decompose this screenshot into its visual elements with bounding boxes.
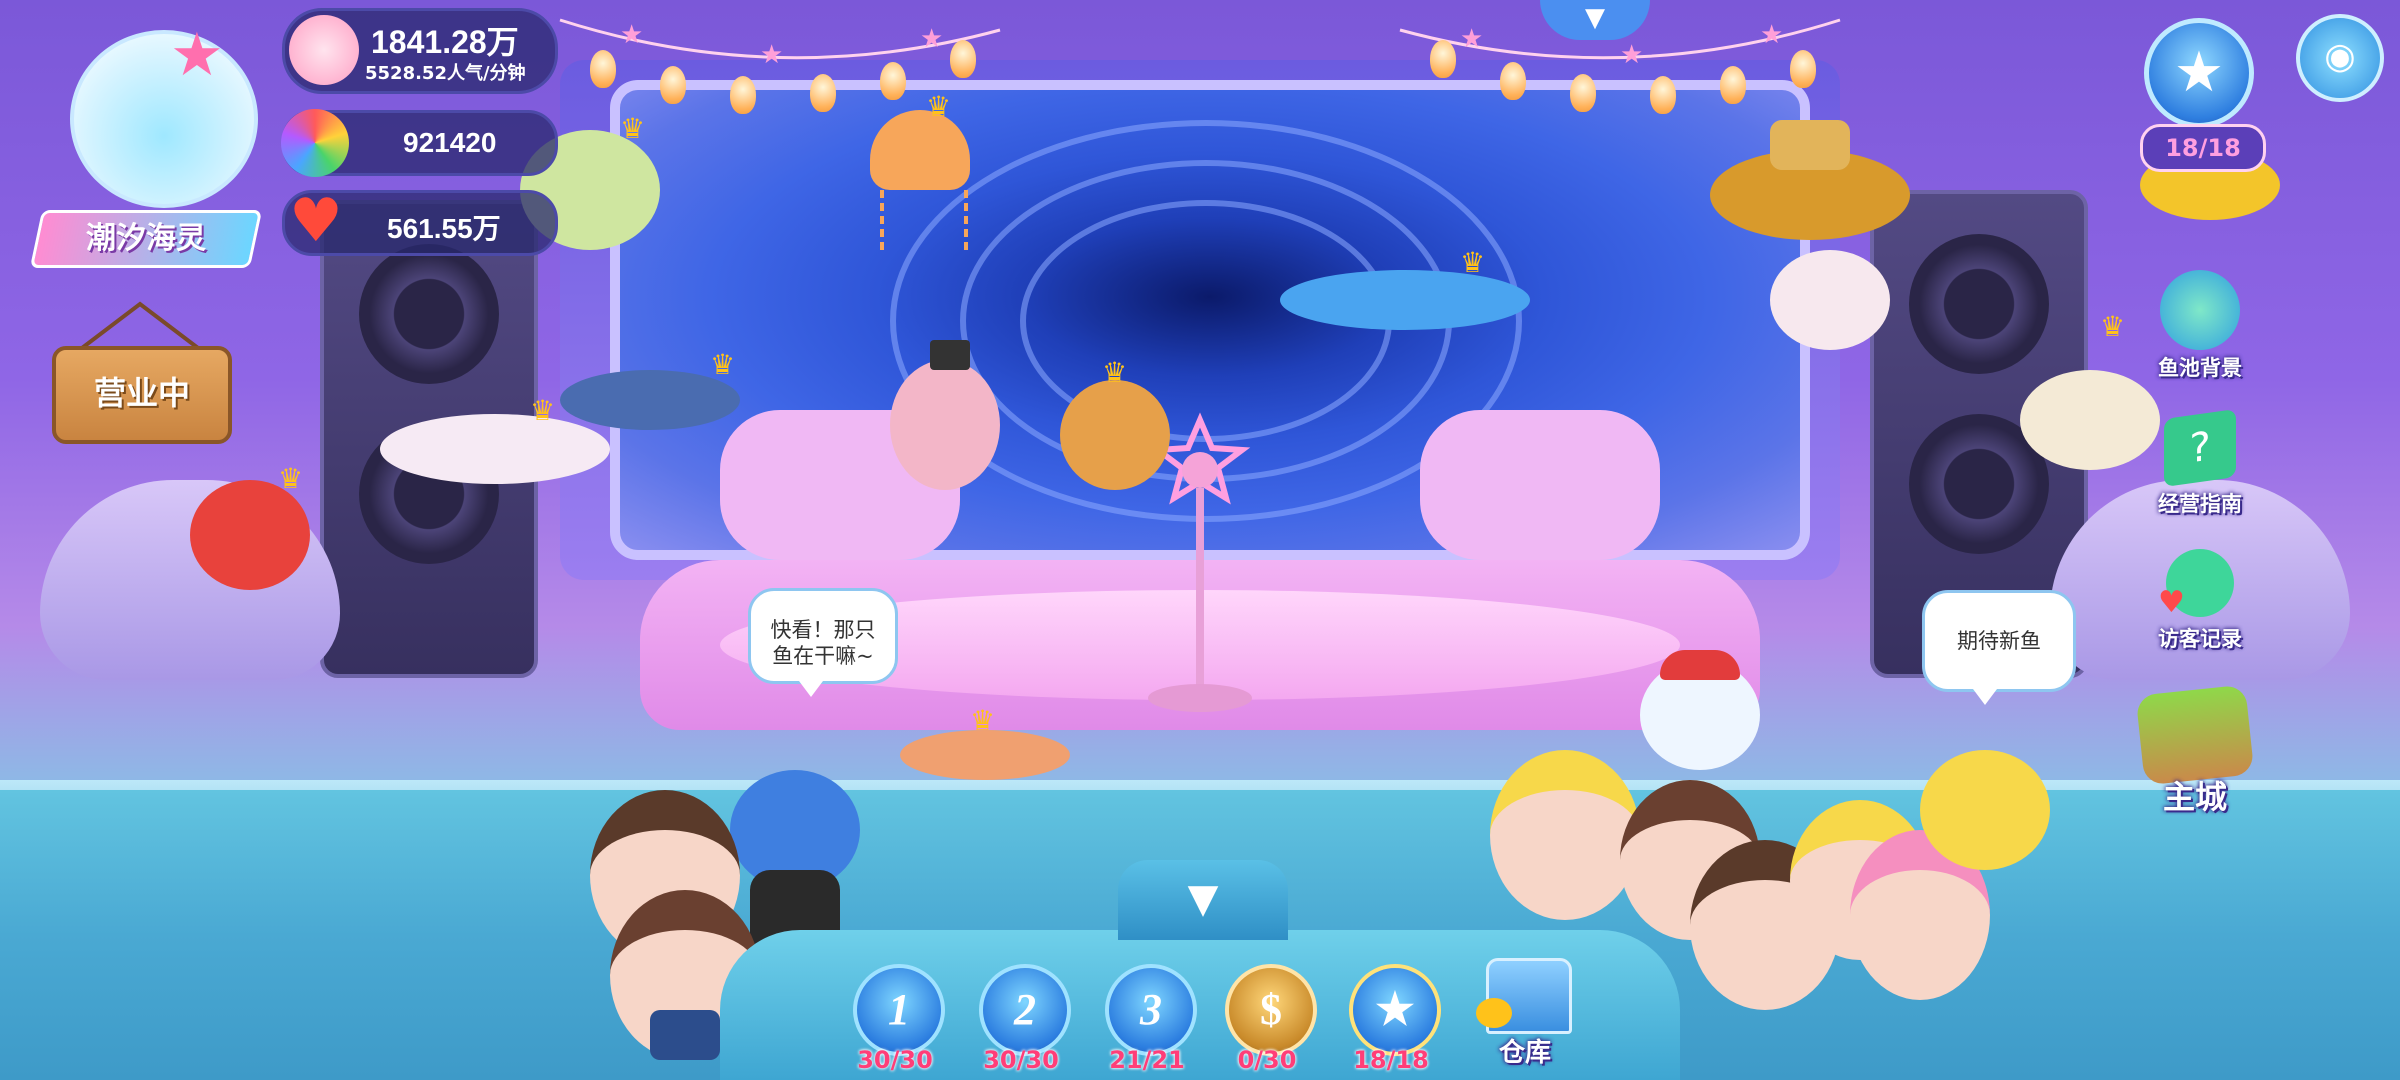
star-tank-tab[interactable]: ★ 18/18 [1336,964,1446,1080]
heart-stat[interactable]: ♥ 561.55万 [282,186,558,256]
heart-value: 561.55万 [387,213,501,244]
blue-ray-fish[interactable]: ♛ [1280,240,1530,350]
sign-board: 营业中 [52,346,232,444]
walrus[interactable] [890,340,1010,490]
star-decoration: ★ [1460,24,1484,54]
side-item-visitors[interactable]: ♥ 访客记录 [2130,545,2270,665]
tank-3-icon: 3 [1105,964,1197,1056]
speech-bubble-left: 快看！那只鱼在干嘛~ [748,588,898,697]
white-dolphin[interactable]: ♛ [380,394,610,490]
tank-count: 30/30 [983,1046,1059,1074]
heart-icon: ♥ [289,186,343,256]
popularity-total: 1841.28万 [371,24,519,60]
visitor [1490,750,1640,920]
coin-stat[interactable]: 921420 [281,109,558,177]
tank-1-icon: 1 [853,964,945,1056]
cow-creature[interactable] [1770,250,1900,360]
strawberry-creature[interactable]: ♛ [190,462,320,600]
tank-tab-3[interactable]: 3 21/21 [1092,964,1202,1080]
light-bulb [1720,66,1746,104]
tank-2-icon: 2 [979,964,1071,1056]
light-bulb [1650,76,1676,114]
guide-book-icon: ? [2164,408,2236,488]
fish-icon [1476,998,1512,1028]
dock-collapse-button[interactable]: ▼ [1118,860,1288,940]
coin-value: 921420 [403,127,497,158]
light-bulb [1430,40,1456,78]
shrimp-creature[interactable]: ♛ [900,704,1070,790]
star-icon: ★ [2144,18,2254,128]
side-item-label: 经营指南 [2158,492,2242,516]
star-rank-button[interactable]: ★ [2140,14,2260,128]
light-bulb [1790,50,1816,88]
tank-count: 21/21 [1109,1046,1185,1074]
island-icon [2135,684,2255,786]
side-item-tank-background[interactable]: 鱼池背景 [2130,270,2270,400]
light-bulb [590,50,616,88]
jellyfish[interactable]: ♛ [860,90,980,260]
stage-cloud-right [1420,410,1660,560]
tank-tab-1[interactable]: 1 30/30 [840,964,950,1080]
tank-tab-2[interactable]: 2 30/30 [966,964,1076,1080]
warehouse-label: 仓库 [1498,1038,1551,1068]
light-bulb [730,76,756,114]
light-bulb [880,62,906,100]
star-icon: ★ [170,20,224,90]
side-item-label: 访客记录 [2158,627,2242,651]
rainbow-pearl-icon [281,109,349,177]
coin-tank-icon: $ [1225,964,1317,1056]
badge-title: 潮汐海灵 [29,210,263,268]
star-decoration: ★ [920,24,944,54]
side-item-label: 主城 [2162,778,2227,816]
speech-bubble-right: 期待新鱼 [1922,590,2076,705]
star-decoration: ★ [760,40,784,70]
camera-icon: ◉ [2324,36,2356,77]
star-decoration: ★ [620,20,644,50]
visitor [1920,750,2050,870]
light-bulb [1500,62,1526,100]
coin-tank-tab[interactable]: $ 0/30 [1212,964,1322,1080]
tank-count: 30/30 [857,1046,933,1074]
shop-open-sign[interactable]: 营业中 [52,300,232,444]
heart-icon: ♥ [2158,585,2185,620]
badge-title-text: 潮汐海灵 [86,221,206,256]
speaker-cone [359,244,499,384]
side-item-guide[interactable]: ? 经营指南 [2130,408,2270,530]
light-bulb [810,74,836,112]
popularity-stat[interactable]: 1841.28万 5528.52人气/分钟 [282,8,558,94]
speech-text: 快看！那只鱼在干嘛~ [770,618,876,668]
palm-tank-icon [2160,270,2240,350]
player-badge[interactable]: ★ [20,10,260,220]
chevron-down-icon: ▼ [1187,876,1219,922]
light-bulb [950,40,976,78]
light-bulb [660,66,686,104]
tabby-cat[interactable]: ♛ [1060,356,1180,510]
side-item-label: 鱼池背景 [2158,356,2242,380]
tank-count: 0/30 [1237,1046,1297,1074]
star-decoration: ★ [1620,40,1644,70]
chevron-down-icon: ▼ [1585,3,1605,33]
flower-icon [289,15,359,85]
warehouse-button[interactable]: 仓库 [1470,958,1580,1080]
sign-string [80,301,200,350]
popularity-rate: 5528.52人气/分钟 [365,63,526,84]
star-count: 18/18 [2140,124,2266,172]
star-tank-icon: ★ [1349,964,1441,1056]
camera-button[interactable]: ◉ [2296,14,2384,102]
star-decoration: ★ [1760,20,1784,50]
light-bulb [1570,74,1596,112]
tank-count: 18/18 [1353,1046,1429,1074]
side-item-main-city[interactable]: 主城 [2120,684,2270,820]
speech-text: 期待新鱼 [1957,629,2041,653]
fishbowl-icon [70,30,258,208]
